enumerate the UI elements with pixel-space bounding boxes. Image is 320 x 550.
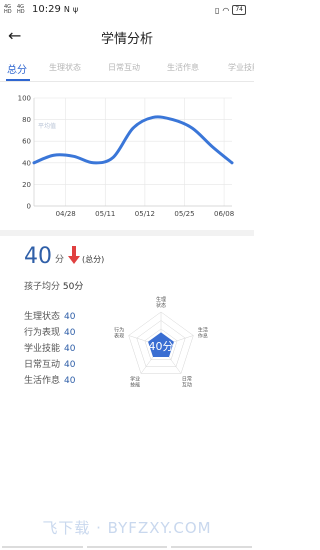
dimension-item: 日常互动 40: [24, 359, 75, 375]
radar-chart-svg: 生理状态生活作息日常互动 学业技能 行为表现 40分: [114, 296, 208, 389]
total-score: 40: [24, 244, 52, 269]
radar-center-score: 40分: [149, 340, 174, 353]
bottom-segment: [2, 546, 83, 550]
radar-axis-label: 生理状态: [156, 296, 166, 309]
y-tick-label: 0: [27, 203, 31, 211]
dimension-label: 生活作息: [24, 376, 61, 386]
y-tick-label: 80: [22, 116, 31, 124]
dimension-item: 生活作息 40: [24, 375, 75, 391]
score-note: (总分): [82, 255, 105, 264]
tab-physiology[interactable]: 生理状态: [49, 62, 81, 73]
dimension-label: 日常互动: [24, 360, 61, 370]
tab-daily-interaction[interactable]: 日常互动: [108, 62, 140, 73]
score-unit: 分: [55, 255, 65, 265]
radar-axis-label: 生活作息: [198, 326, 208, 339]
line-chart-svg: 0 20 40 60 80 100 04/28 05/11 05/12 05/25 06/08 平均值: [18, 95, 235, 219]
app-notification-icon: N: [63, 5, 70, 14]
x-tick-label: 05/11: [95, 210, 115, 218]
x-tick-label: 06/08: [214, 210, 234, 218]
average-value: 50分: [62, 282, 84, 292]
wifi-icon: ◠: [222, 5, 230, 15]
dimension-item: 学业技能 40: [24, 343, 75, 359]
radar-axis-label: 日常互动: [182, 376, 192, 389]
dimension-list: 生理状态 40 行为表现 40 学业技能 40 日常互动 40 生活作息 40: [24, 311, 75, 391]
watermark: 飞下载 · BYFZXY.COM: [42, 519, 212, 537]
bottom-edge: [0, 546, 254, 550]
section-divider: [0, 230, 254, 236]
radar-axis-label: 学业技能: [130, 376, 140, 389]
usb-icon: ψ: [72, 5, 79, 14]
status-left: 4G HD 4G HD 10:29 N ψ: [4, 4, 78, 15]
tab-total[interactable]: 总分: [7, 61, 27, 76]
radar-axis-label: 行为表现: [114, 326, 124, 339]
y-tick-label: 40: [22, 159, 31, 167]
tab-academic-skills[interactable]: 学业技能: [228, 62, 254, 73]
dimension-label: 学业技能: [24, 344, 61, 354]
radar-chart: 生理状态生活作息日常互动 学业技能 行为表现 40分: [110, 290, 230, 390]
page-title: 学情分析: [100, 32, 153, 47]
clock: 10:29: [32, 4, 61, 15]
average-score-row: 孩子均分 50分: [24, 279, 83, 292]
status-bar: 4G HD 4G HD 10:29 N ψ ▯ ◠ 74: [0, 0, 254, 20]
dimension-value: 40: [64, 344, 76, 354]
y-tick-label: 100: [18, 95, 31, 103]
x-tick-label: 04/28: [56, 210, 76, 218]
tab-bar: 总分 生理状态 日常互动 生活作息 学业技能: [0, 56, 254, 82]
tab-daily-routine[interactable]: 生活作息: [167, 62, 199, 73]
average-annotation: 平均值: [38, 122, 56, 130]
dimension-value: 40: [64, 360, 76, 370]
battery-icon: 74: [232, 5, 246, 15]
dimension-item: 行为表现 40: [24, 327, 75, 343]
x-tick-label: 05/25: [174, 210, 194, 218]
y-tick-label: 20: [22, 181, 31, 189]
dimension-label: 行为表现: [24, 328, 61, 338]
dimension-value: 40: [64, 328, 76, 338]
dimension-label: 生理状态: [24, 312, 61, 322]
score-summary: 40 分 (总分): [24, 244, 104, 270]
series-line: [32, 115, 234, 165]
header: ← 学情分析: [0, 20, 254, 54]
bottom-segment: [171, 546, 253, 550]
x-tick-label: 05/12: [135, 210, 155, 218]
vibrate-icon: ▯: [214, 5, 220, 15]
signal-1-icon: 4G HD: [4, 3, 12, 15]
tab-active-indicator: [6, 79, 30, 81]
status-right: ▯ ◠ 74: [215, 5, 246, 15]
signal-2-icon: 4G HD: [17, 3, 25, 15]
score-line-chart: 0 20 40 60 80 100 04/28 05/11 05/12 05/25 06/08 平均值: [0, 90, 254, 225]
dimension-item: 生理状态 40: [24, 311, 75, 327]
bottom-segment: [86, 546, 168, 550]
average-label: 孩子均分: [24, 282, 61, 292]
dimension-value: 40: [64, 312, 76, 322]
dimension-value: 40: [64, 376, 76, 386]
arrow-down-icon: [68, 246, 81, 268]
y-tick-label: 60: [22, 138, 31, 146]
